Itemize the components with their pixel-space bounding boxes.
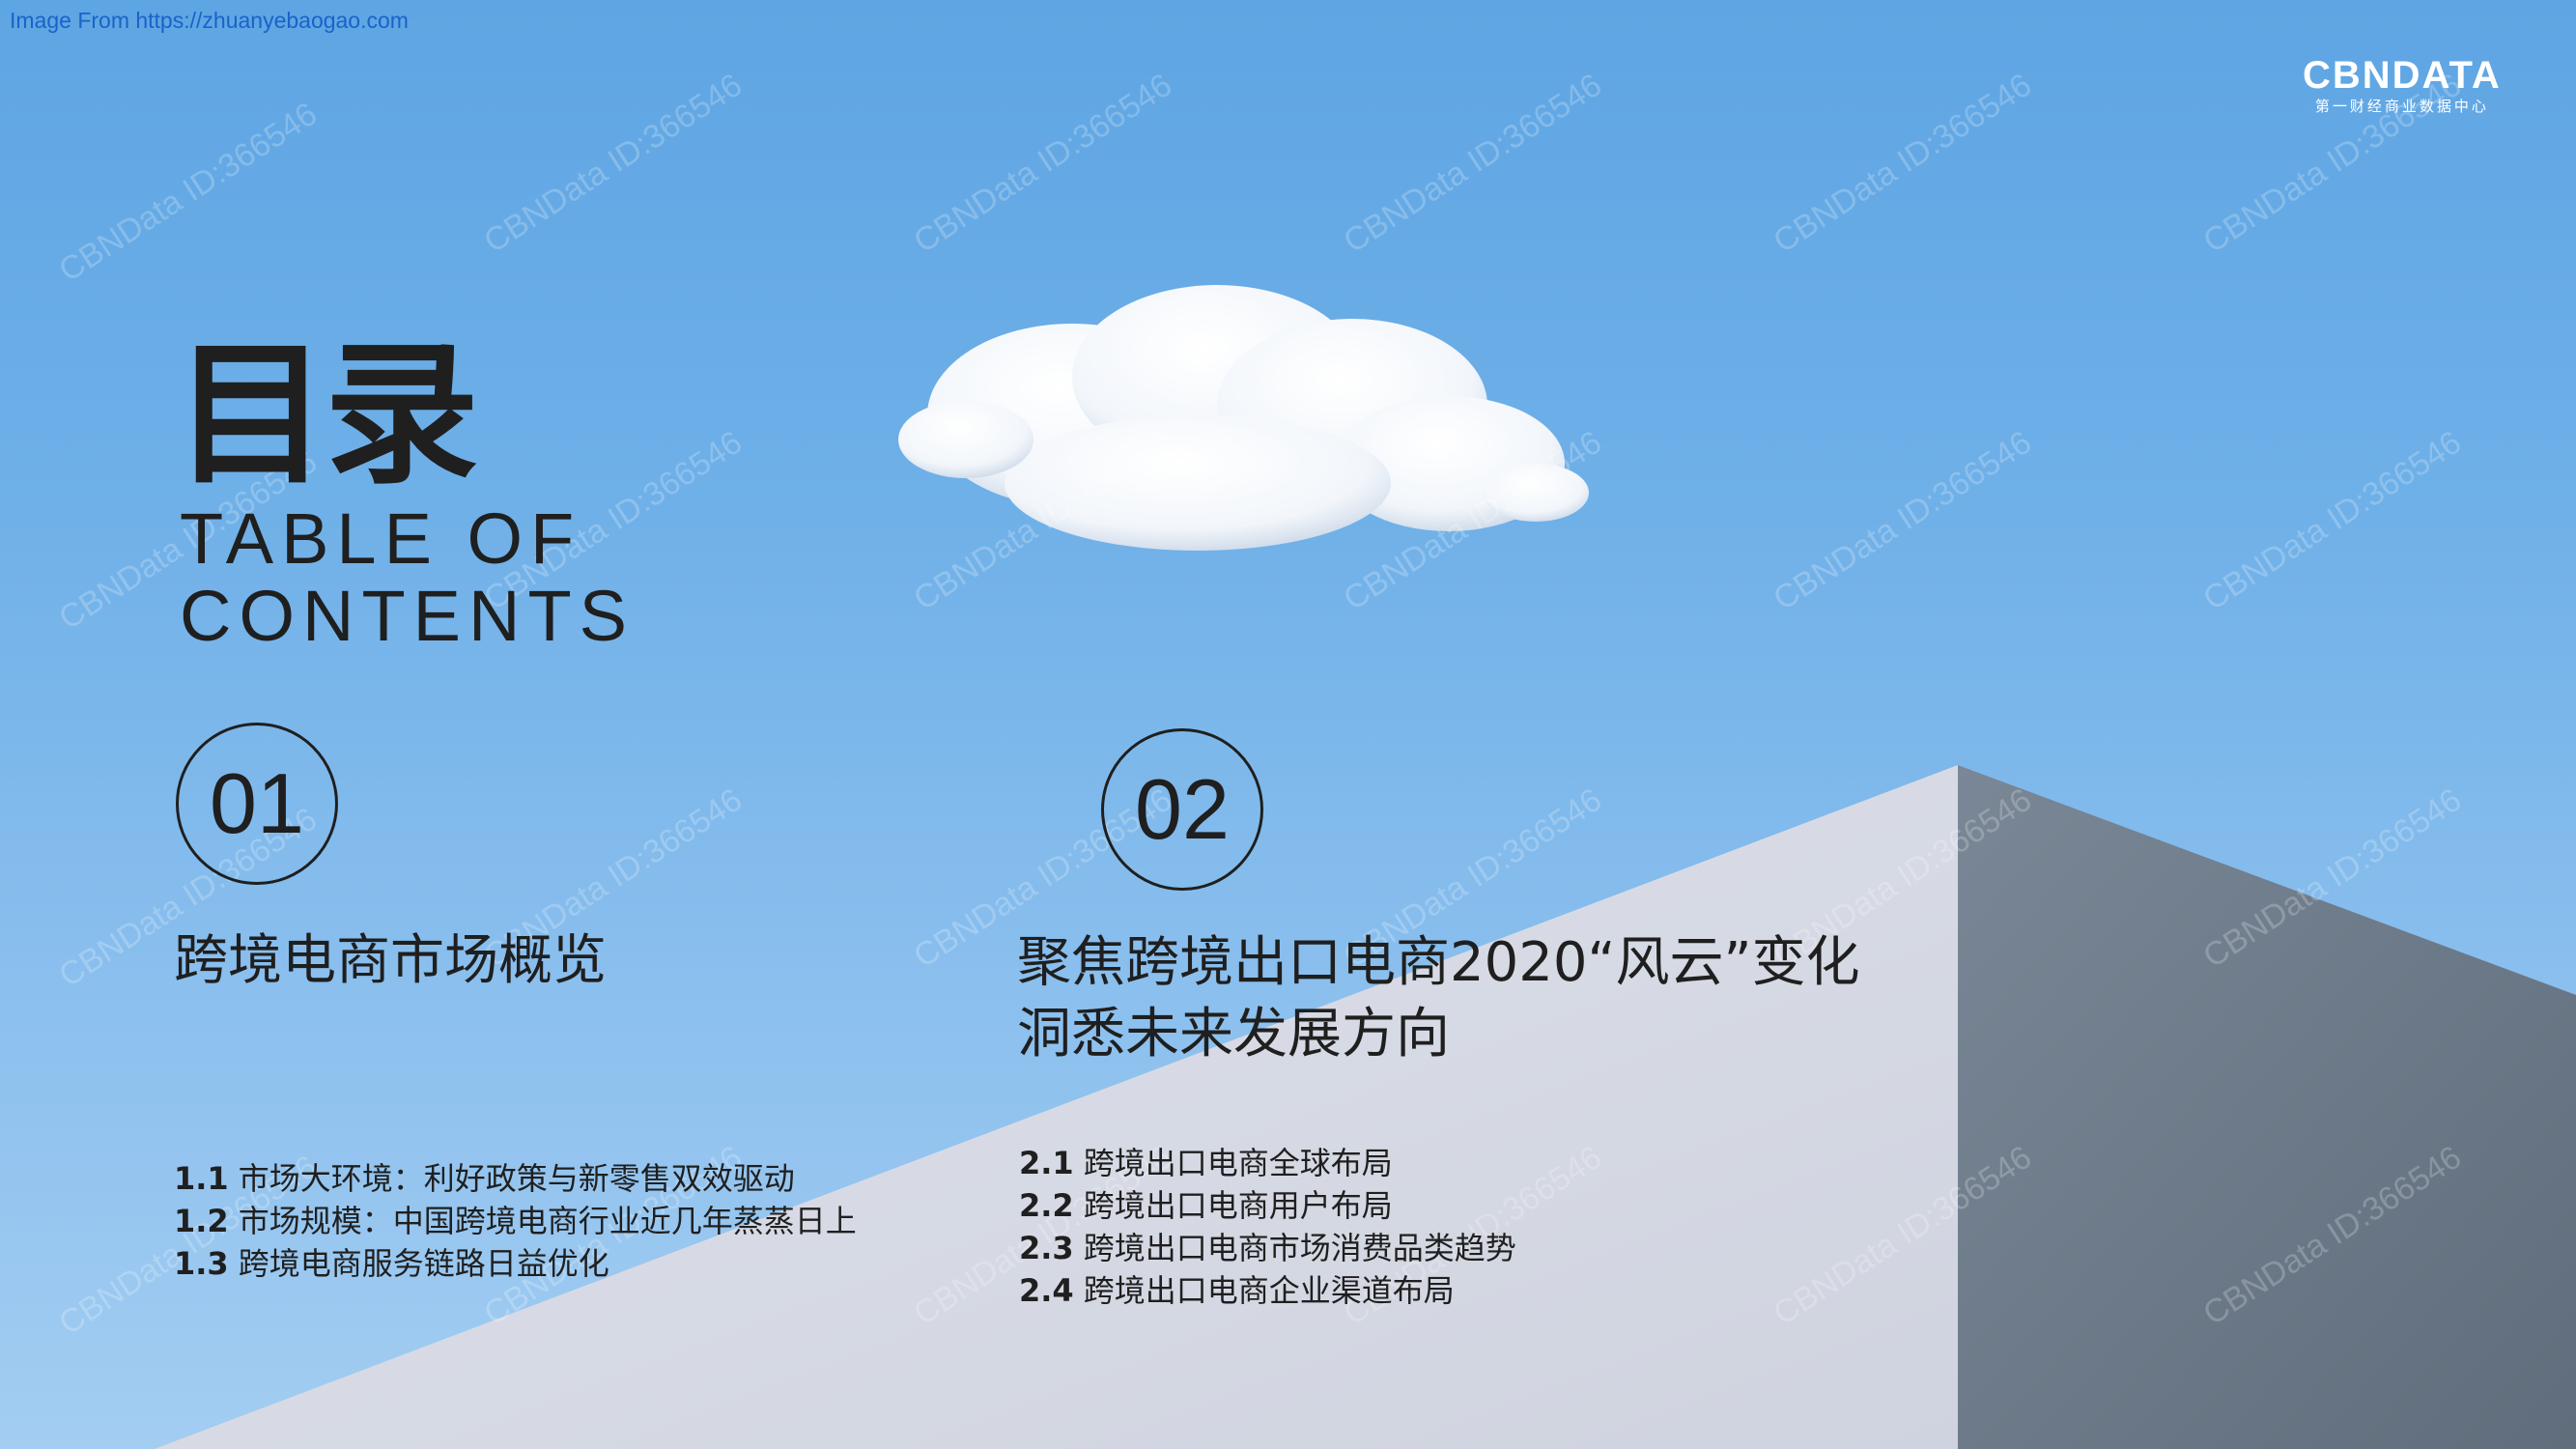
building-dark-face bbox=[1958, 765, 2576, 1449]
list-item: 1.3 跨境电商服务链路日益优化 bbox=[174, 1245, 609, 1282]
logo-wordmark: CBNDATA bbox=[2303, 54, 2502, 97]
slide: CBNData ID:366546 CBNData ID:366546 CBND… bbox=[0, 0, 2576, 1449]
list-item: 1.1 市场大环境：利好政策与新零售双效驱动 bbox=[174, 1160, 795, 1197]
list-item: 2.4 跨境出口电商企业渠道布局 bbox=[1019, 1272, 1455, 1309]
source-link[interactable]: Image From https://zhuanyebaogao.com bbox=[10, 8, 409, 34]
list-item: 1.2 市场规模：中国跨境电商行业近几年蒸蒸日上 bbox=[174, 1203, 857, 1239]
page-title: 目录 bbox=[174, 325, 479, 505]
section-title-line: 跨境电商市场概览 bbox=[174, 929, 607, 992]
section-number-01: 01 bbox=[176, 723, 338, 885]
section-01-items: 1.1 市场大环境：利好政策与新零售双效驱动 1.2 市场规模：中国跨境电商行业近几… bbox=[174, 1157, 857, 1285]
subtitle-line-2: CONTENTS bbox=[180, 576, 635, 656]
section-02-items: 2.1 跨境出口电商全球布局 2.2 跨境出口电商用户布局 2.3 跨境出口电商市场消… bbox=[1019, 1142, 1516, 1312]
page-subtitle: TABLE OF CONTENTS bbox=[180, 500, 635, 655]
section-title-line: 洞悉未来发展方向 bbox=[1017, 1003, 1450, 1065]
list-item: 2.2 跨境出口电商用户布局 bbox=[1019, 1187, 1393, 1224]
list-item: 2.3 跨境出口电商市场消费品类趋势 bbox=[1019, 1230, 1516, 1266]
list-item: 2.1 跨境出口电商全球布局 bbox=[1019, 1145, 1393, 1181]
section-title-line: 聚焦跨境出口电商2020“风云”变化 bbox=[1017, 931, 1860, 994]
section-title-02: 聚焦跨境出口电商2020“风云”变化 洞悉未来发展方向 bbox=[1017, 927, 1860, 1070]
cbndata-logo: CBNDATA 第一财经商业数据中心 bbox=[2303, 54, 2502, 116]
subtitle-line-1: TABLE OF bbox=[180, 498, 582, 579]
section-title-01: 跨境电商市场概览 bbox=[174, 925, 607, 997]
logo-subtitle: 第一财经商业数据中心 bbox=[2314, 98, 2489, 115]
section-number-02: 02 bbox=[1101, 728, 1263, 891]
